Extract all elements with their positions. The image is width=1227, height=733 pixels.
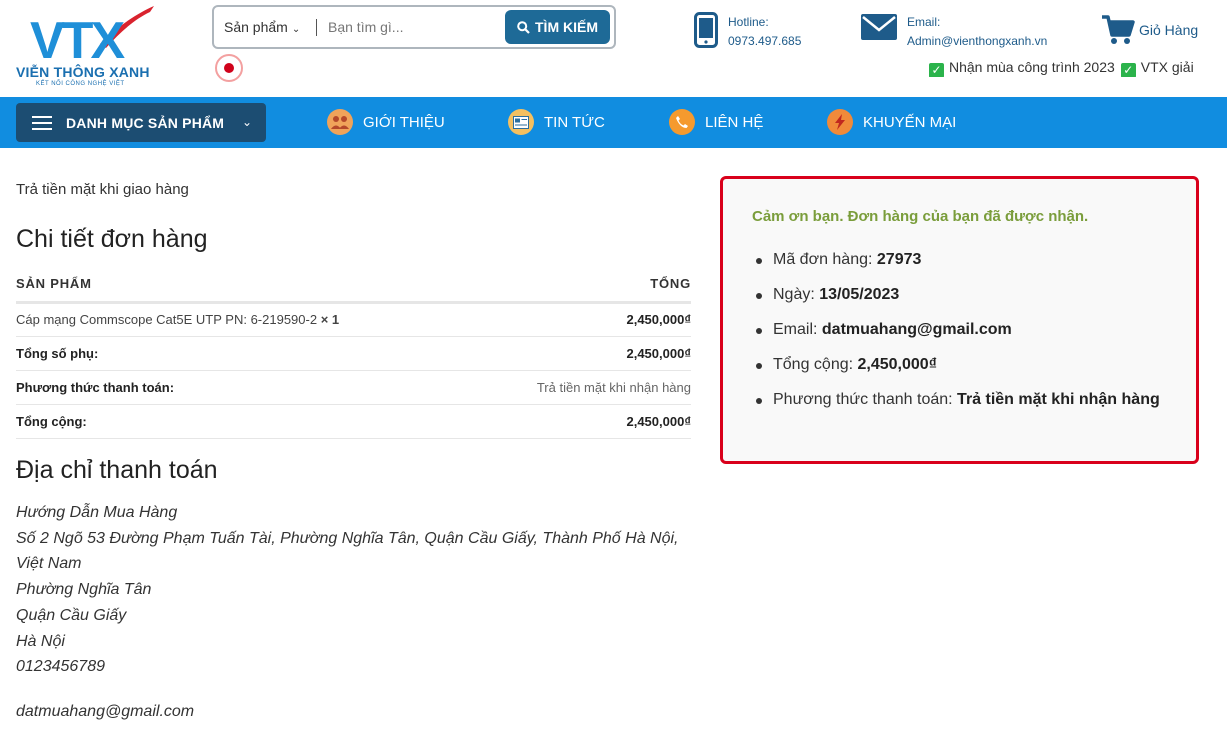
table-header-row: SẢN PHẨM TỔNG: [16, 266, 691, 304]
check-icon: ✓: [1120, 63, 1136, 77]
lightning-icon: [827, 109, 853, 135]
billing-address-title: Địa chỉ thanh toán: [16, 456, 218, 484]
column-header-total: TỔNG: [472, 266, 691, 304]
table-row: Phương thức thanh toán: Trả tiền mặt khi…: [16, 370, 691, 405]
vtx-logo-icon: VTX: [30, 6, 154, 64]
order-summary-list: Mã đơn hàng: 27973 Ngày: 13/05/2023 Emai…: [752, 251, 1160, 426]
order-email-item: Email: datmuahang@gmail.com: [752, 321, 1160, 356]
address-line: Phường Nghĩa Tân: [16, 581, 152, 599]
ticker-item: VTX giải: [1140, 59, 1194, 75]
total-value: 2,450,000₫: [472, 404, 691, 439]
product-total: 2,450,000₫: [472, 302, 691, 337]
payment-note: Trả tiền mặt khi giao hàng: [16, 181, 189, 198]
team-icon: [327, 109, 353, 135]
search-divider: [316, 19, 317, 36]
email-value: Admin@vienthongxanh.vn: [907, 34, 1048, 48]
order-received-box: Cảm ơn bạn. Đơn hàng của bạn đã được nhậ…: [720, 176, 1199, 464]
product-cell: Cáp mạng Commscope Cat5E UTP PN: 6-21959…: [16, 302, 473, 337]
order-details-title: Chi tiết đơn hàng: [16, 225, 208, 253]
order-method-item: Phương thức thanh toán: Trả tiền mặt khi…: [752, 391, 1160, 426]
cart-label: Giỏ Hàng: [1139, 22, 1199, 38]
hotline-contact[interactable]: Hotline: 0973.497.685: [694, 12, 801, 50]
table-row: Cáp mạng Commscope Cat5E UTP PN: 6-21959…: [16, 302, 691, 337]
product-quantity: × 1: [320, 312, 340, 327]
order-date-value: 13/05/2023: [819, 286, 900, 303]
subtotal-value: 2,450,000₫: [472, 336, 691, 371]
order-total-item: Tổng cộng: 2,450,000₫: [752, 356, 1160, 391]
news-ticker[interactable]: ✓ Nhận mùa công trình 2023 ✓ VTX giải: [929, 59, 1199, 77]
billing-address: Hướng Dẫn Mua Hàng Số 2 Ngõ 53 Đường Phạ…: [16, 500, 679, 680]
check-icon: ✓: [929, 63, 944, 77]
category-menu-button[interactable]: DANH MỤC SẢN PHẨM ⌄: [16, 103, 266, 142]
nav-item-lien-he[interactable]: LIÊN HỆ: [669, 106, 763, 138]
cart-icon: [1102, 15, 1135, 44]
nav-item-khuyen-mai[interactable]: KHUYẾN MẠI: [827, 106, 956, 138]
search-category-label: Sản phẩm: [224, 19, 288, 35]
address-line: Việt Nam: [16, 555, 82, 573]
order-email-label: Email:: [773, 321, 818, 338]
subtotal-label: Tổng số phụ:: [16, 336, 473, 371]
ticker-item: Nhận mùa công trình 2023: [949, 59, 1115, 75]
address-line: Quận Cầu Giấy: [16, 606, 127, 624]
site-header: VTX VIỄN THÔNG XANH KẾT NỐI CÔNG NGHỆ VI…: [0, 0, 1227, 97]
nav-item-label: LIÊN HỆ: [705, 113, 764, 131]
category-menu-label: DANH MỤC SẢN PHẨM: [66, 114, 225, 131]
chevron-down-icon: ⌄: [241, 115, 252, 129]
nav-item-label: KHUYẾN MẠI: [863, 113, 957, 131]
table-row: Tổng số phụ: 2,450,000₫: [16, 336, 691, 371]
address-phone: 0123456789: [16, 658, 105, 676]
logo-tagline: KẾT NỐI CÔNG NGHỆ VIỆT: [36, 81, 125, 87]
thank-you-message: Cảm ơn bạn. Đơn hàng của bạn đã được nhậ…: [752, 208, 1089, 225]
hamburger-icon: [32, 115, 52, 130]
order-email-value: datmuahang@gmail.com: [821, 321, 1012, 338]
address-line: Hà Nội: [16, 632, 65, 650]
table-row: Tổng cộng: 2,450,000₫: [16, 404, 691, 439]
record-button[interactable]: [215, 54, 243, 82]
mail-icon: [861, 14, 897, 40]
nav-item-gioi-thieu[interactable]: GIỚI THIỆU: [327, 106, 445, 138]
nav-item-label: GIỚI THIỆU: [363, 113, 445, 131]
address-line: Hướng Dẫn Mua Hàng: [16, 504, 178, 521]
product-link[interactable]: Cáp mạng Commscope Cat5E UTP PN: 6-21959…: [16, 312, 317, 327]
order-number-item: Mã đơn hàng: 27973: [752, 251, 1160, 286]
payment-method-value: Trả tiền mặt khi nhận hàng: [472, 370, 691, 405]
search-icon: [517, 20, 530, 34]
phone-icon: [669, 109, 695, 135]
search-category-select[interactable]: Sản phẩm ⌄: [224, 19, 300, 35]
nav-item-tin-tuc[interactable]: TIN TỨC: [508, 106, 605, 138]
main-nav: DANH MỤC SẢN PHẨM ⌄ GIỚI THIỆU TIN TỨC L…: [0, 97, 1227, 148]
order-total-label: Tổng cộng:: [773, 356, 854, 373]
payment-method-label: Phương thức thanh toán:: [16, 370, 473, 405]
address-line: Số 2 Ngõ 53 Đường Phạm Tuấn Tài, Phường …: [16, 529, 679, 547]
svg-text:VTX: VTX: [30, 12, 125, 64]
order-date-label: Ngày:: [773, 286, 815, 303]
nav-item-label: TIN TỨC: [544, 113, 605, 131]
search-input[interactable]: [328, 15, 503, 39]
hotline-label: Hotline:: [728, 15, 769, 29]
logo[interactable]: VTX VIỄN THÔNG XANH KẾT NỐI CÔNG NGHỆ VI…: [14, 4, 154, 92]
billing-email: datmuahang@gmail.com: [16, 703, 195, 720]
phone-icon: [694, 12, 718, 48]
column-header-product: SẢN PHẨM: [16, 266, 473, 304]
logo-name: VIỄN THÔNG XANH: [16, 64, 150, 80]
order-method-value: Trả tiền mặt khi nhận hàng: [957, 391, 1160, 408]
total-label: Tổng cộng:: [16, 404, 473, 439]
cart-link[interactable]: Giỏ Hàng: [1101, 14, 1198, 46]
order-total-value: 2,450,000₫: [857, 356, 937, 373]
email-label: Email:: [907, 15, 941, 29]
order-number-label: Mã đơn hàng:: [773, 251, 873, 268]
order-table: SẢN PHẨM TỔNG Cáp mạng Commscope Cat5E U…: [16, 266, 691, 439]
news-icon: [508, 109, 534, 135]
order-number-value: 27973: [876, 251, 922, 268]
search-button[interactable]: TÌM KIẾM: [505, 10, 610, 44]
search-bar: Sản phẩm⌄ TÌM KIẾM: [212, 5, 616, 49]
chevron-down-icon: ⌄: [291, 24, 301, 35]
hotline-value: 0973.497.685: [728, 34, 802, 48]
email-contact[interactable]: Email: Admin@vienthongxanh.vn: [861, 12, 1047, 50]
order-method-label: Phương thức thanh toán:: [773, 391, 953, 408]
search-button-label: TÌM KIẾM: [535, 19, 598, 35]
order-date-item: Ngày: 13/05/2023: [752, 286, 1160, 321]
